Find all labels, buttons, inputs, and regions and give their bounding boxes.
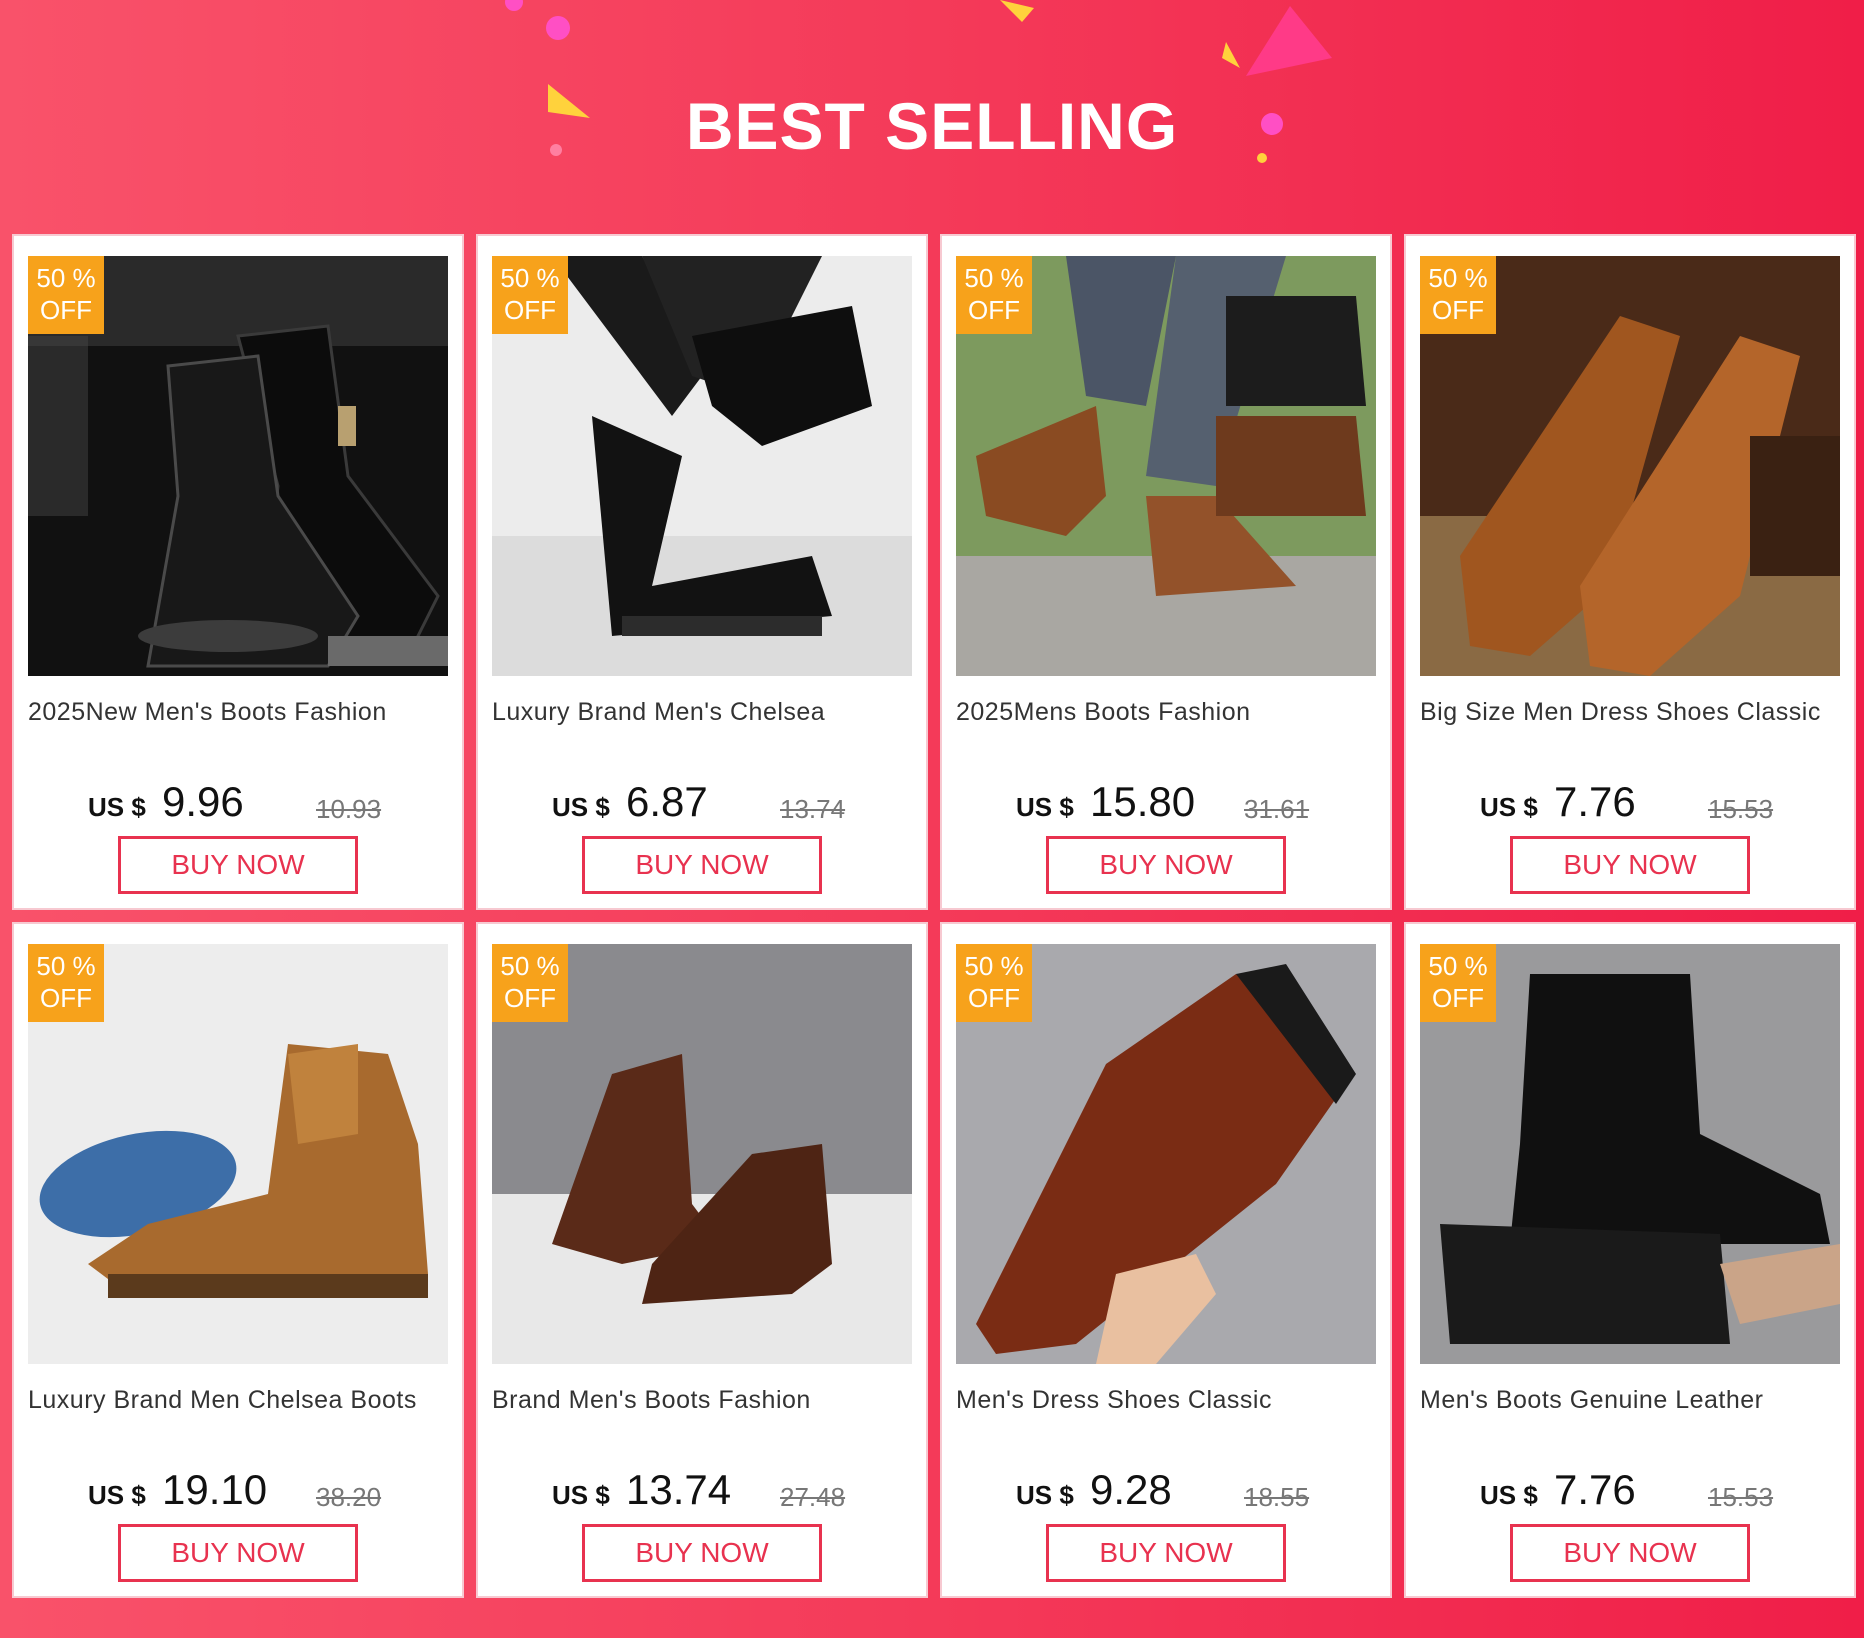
product-card[interactable]: 50 % OFF Luxury Brand Men Chelsea Boots …	[12, 922, 464, 1598]
discount-badge: 50 % OFF	[1420, 256, 1496, 334]
sale-price: 13.74	[626, 1466, 732, 1513]
price-row: US $ 9.96 10.93	[14, 772, 462, 832]
product-title[interactable]: Men's Dress Shoes Classic	[956, 1386, 1380, 1415]
original-price: 27.48	[780, 1482, 846, 1512]
price-row: US $ 19.10 38.20	[14, 1460, 462, 1520]
discount-percent: 50 %	[964, 263, 1024, 293]
buy-now-button[interactable]: BUY NOW	[1510, 1524, 1750, 1582]
discount-badge: 50 % OFF	[492, 944, 568, 1022]
discount-off: OFF	[504, 295, 556, 325]
sale-price: 15.80	[1090, 778, 1196, 825]
discount-badge: 50 % OFF	[28, 944, 104, 1022]
sale-price: 7.76	[1554, 1466, 1636, 1513]
price-row: US $ 7.76 15.53	[1406, 772, 1854, 832]
discount-badge: 50 % OFF	[1420, 944, 1496, 1022]
discount-percent: 50 %	[964, 951, 1024, 981]
product-card[interactable]: 50 % OFF 2025New Men's Boots Fashion US …	[12, 234, 464, 910]
discount-badge: 50 % OFF	[492, 256, 568, 334]
product-image[interactable]: 50 % OFF	[492, 944, 912, 1364]
discount-off: OFF	[1432, 983, 1484, 1013]
discount-percent: 50 %	[36, 263, 96, 293]
product-image[interactable]: 50 % OFF	[1420, 944, 1840, 1364]
currency-label: US $	[552, 792, 610, 822]
product-title[interactable]: Luxury Brand Men Chelsea Boots	[28, 1386, 452, 1415]
currency-label: US $	[1016, 1480, 1074, 1510]
currency-label: US $	[1480, 792, 1538, 822]
banner: BEST SELLING	[0, 0, 1864, 234]
product-image[interactable]: 50 % OFF	[1420, 256, 1840, 676]
price-row: US $ 7.76 15.53	[1406, 1460, 1854, 1520]
product-image[interactable]: 50 % OFF	[28, 944, 448, 1364]
banner-title: BEST SELLING	[685, 89, 1179, 163]
original-price: 15.53	[1708, 794, 1774, 824]
product-title[interactable]: 2025New Men's Boots Fashion	[28, 698, 452, 727]
sale-price: 7.76	[1554, 778, 1636, 825]
sale-price: 6.87	[626, 778, 708, 825]
original-price: 18.55	[1244, 1482, 1310, 1512]
discount-percent: 50 %	[1428, 263, 1488, 293]
buy-now-button[interactable]: BUY NOW	[1046, 836, 1286, 894]
product-grid: 50 % OFF 2025New Men's Boots Fashion US …	[12, 234, 1856, 1604]
original-price: 13.74	[780, 794, 846, 824]
product-card[interactable]: 50 % OFF Big Size Men Dress Shoes Classi…	[1404, 234, 1856, 910]
discount-off: OFF	[968, 295, 1020, 325]
buy-now-button[interactable]: BUY NOW	[582, 836, 822, 894]
product-card[interactable]: 50 % OFF 2025Mens Boots Fashion US $ 15.…	[940, 234, 1392, 910]
product-image[interactable]: 50 % OFF	[492, 256, 912, 676]
discount-percent: 50 %	[1428, 951, 1488, 981]
product-image[interactable]: 50 % OFF	[956, 944, 1376, 1364]
discount-off: OFF	[40, 295, 92, 325]
product-title[interactable]: 2025Mens Boots Fashion	[956, 698, 1380, 727]
buy-now-button[interactable]: BUY NOW	[118, 1524, 358, 1582]
product-title[interactable]: Luxury Brand Men's Chelsea	[492, 698, 916, 727]
buy-now-button[interactable]: BUY NOW	[118, 836, 358, 894]
discount-off: OFF	[1432, 295, 1484, 325]
product-card[interactable]: 50 % OFF Brand Men's Boots Fashion US $ …	[476, 922, 928, 1598]
original-price: 10.93	[316, 794, 382, 824]
price-row: US $ 9.28 18.55	[942, 1460, 1390, 1520]
product-image[interactable]: 50 % OFF	[28, 256, 448, 676]
product-card[interactable]: 50 % OFF Men's Boots Genuine Leather US …	[1404, 922, 1856, 1598]
discount-percent: 50 %	[500, 263, 560, 293]
discount-percent: 50 %	[36, 951, 96, 981]
discount-off: OFF	[968, 983, 1020, 1013]
discount-percent: 50 %	[500, 951, 560, 981]
sale-price: 9.96	[162, 778, 244, 825]
buy-now-button[interactable]: BUY NOW	[1510, 836, 1750, 894]
discount-badge: 50 % OFF	[28, 256, 104, 334]
discount-off: OFF	[40, 983, 92, 1013]
buy-now-button[interactable]: BUY NOW	[582, 1524, 822, 1582]
product-image[interactable]: 50 % OFF	[956, 256, 1376, 676]
currency-label: US $	[88, 792, 146, 822]
original-price: 15.53	[1708, 1482, 1774, 1512]
currency-label: US $	[1480, 1480, 1538, 1510]
product-title[interactable]: Big Size Men Dress Shoes Classic	[1420, 698, 1844, 727]
discount-off: OFF	[504, 983, 556, 1013]
buy-now-button[interactable]: BUY NOW	[1046, 1524, 1286, 1582]
product-card[interactable]: 50 % OFF Luxury Brand Men's Chelsea US $…	[476, 234, 928, 910]
price-row: US $ 6.87 13.74	[478, 772, 926, 832]
currency-label: US $	[552, 1480, 610, 1510]
currency-label: US $	[88, 1480, 146, 1510]
price-row: US $ 15.80 31.61	[942, 772, 1390, 832]
original-price: 38.20	[316, 1482, 382, 1512]
sale-price: 9.28	[1090, 1466, 1172, 1513]
price-row: US $ 13.74 27.48	[478, 1460, 926, 1520]
product-card[interactable]: 50 % OFF Men's Dress Shoes Classic US $ …	[940, 922, 1392, 1598]
currency-label: US $	[1016, 792, 1074, 822]
original-price: 31.61	[1244, 794, 1310, 824]
product-title[interactable]: Men's Boots Genuine Leather	[1420, 1386, 1844, 1415]
product-title[interactable]: Brand Men's Boots Fashion	[492, 1386, 916, 1415]
sale-price: 19.10	[162, 1466, 268, 1513]
discount-badge: 50 % OFF	[956, 944, 1032, 1022]
discount-badge: 50 % OFF	[956, 256, 1032, 334]
